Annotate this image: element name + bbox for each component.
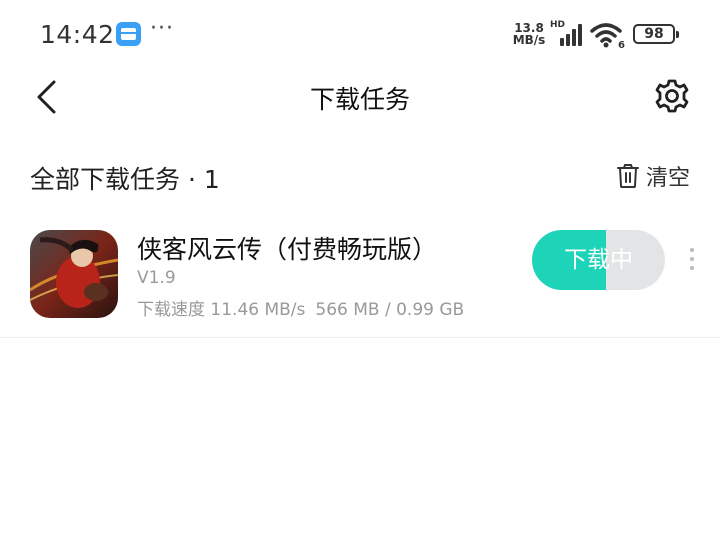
- game-app-icon: [30, 230, 118, 318]
- task-download-speed: 下载速度 11.46 MB/s: [137, 300, 306, 320]
- section-title: 全部下载任务 · 1: [30, 160, 220, 196]
- wifi-icon: 6: [590, 20, 626, 51]
- cell-signal-icon: HD: [550, 20, 586, 48]
- network-speed: 13.8 MB/s: [511, 22, 547, 46]
- page-title: 下载任务: [309, 85, 410, 114]
- messages-app-icon: [116, 22, 141, 46]
- clear-all-label: 清空: [646, 166, 691, 191]
- more-options-icon[interactable]: [686, 248, 698, 274]
- settings-icon[interactable]: [652, 76, 692, 116]
- task-app-version: V1.9: [137, 268, 176, 288]
- downloading-button-label: 下载中: [564, 247, 633, 273]
- clear-all-button[interactable]: 清空: [616, 160, 690, 192]
- downloading-button[interactable]: 下载中: [532, 230, 665, 290]
- download-task-row[interactable]: 侠客风云传（付费畅玩版） V1.9 下载速度 11.46 MB/s 566 MB …: [0, 218, 720, 338]
- network-speed-unit: MB/s: [512, 33, 546, 47]
- battery-icon: 98: [633, 24, 679, 44]
- status-time: 14:42: [40, 20, 115, 49]
- more-notifications-icon: ···: [150, 16, 174, 41]
- task-app-name: 侠客风云传（付费畅玩版）: [137, 235, 438, 264]
- task-progress-text: 下载速度 11.46 MB/s 566 MB / 0.99 GB: [137, 295, 464, 320]
- trash-icon: [616, 163, 640, 189]
- hd-label: HD: [550, 20, 566, 30]
- task-count: · 1: [188, 165, 220, 194]
- wifi-6-label: 6: [618, 40, 625, 50]
- section-title-label: 全部下载任务: [30, 165, 181, 194]
- task-download-size: 566 MB / 0.99 GB: [315, 300, 465, 320]
- battery-level: 98: [644, 26, 664, 42]
- status-bar: 14:42 ··· 13.8 MB/s HD 6 98: [0, 0, 720, 68]
